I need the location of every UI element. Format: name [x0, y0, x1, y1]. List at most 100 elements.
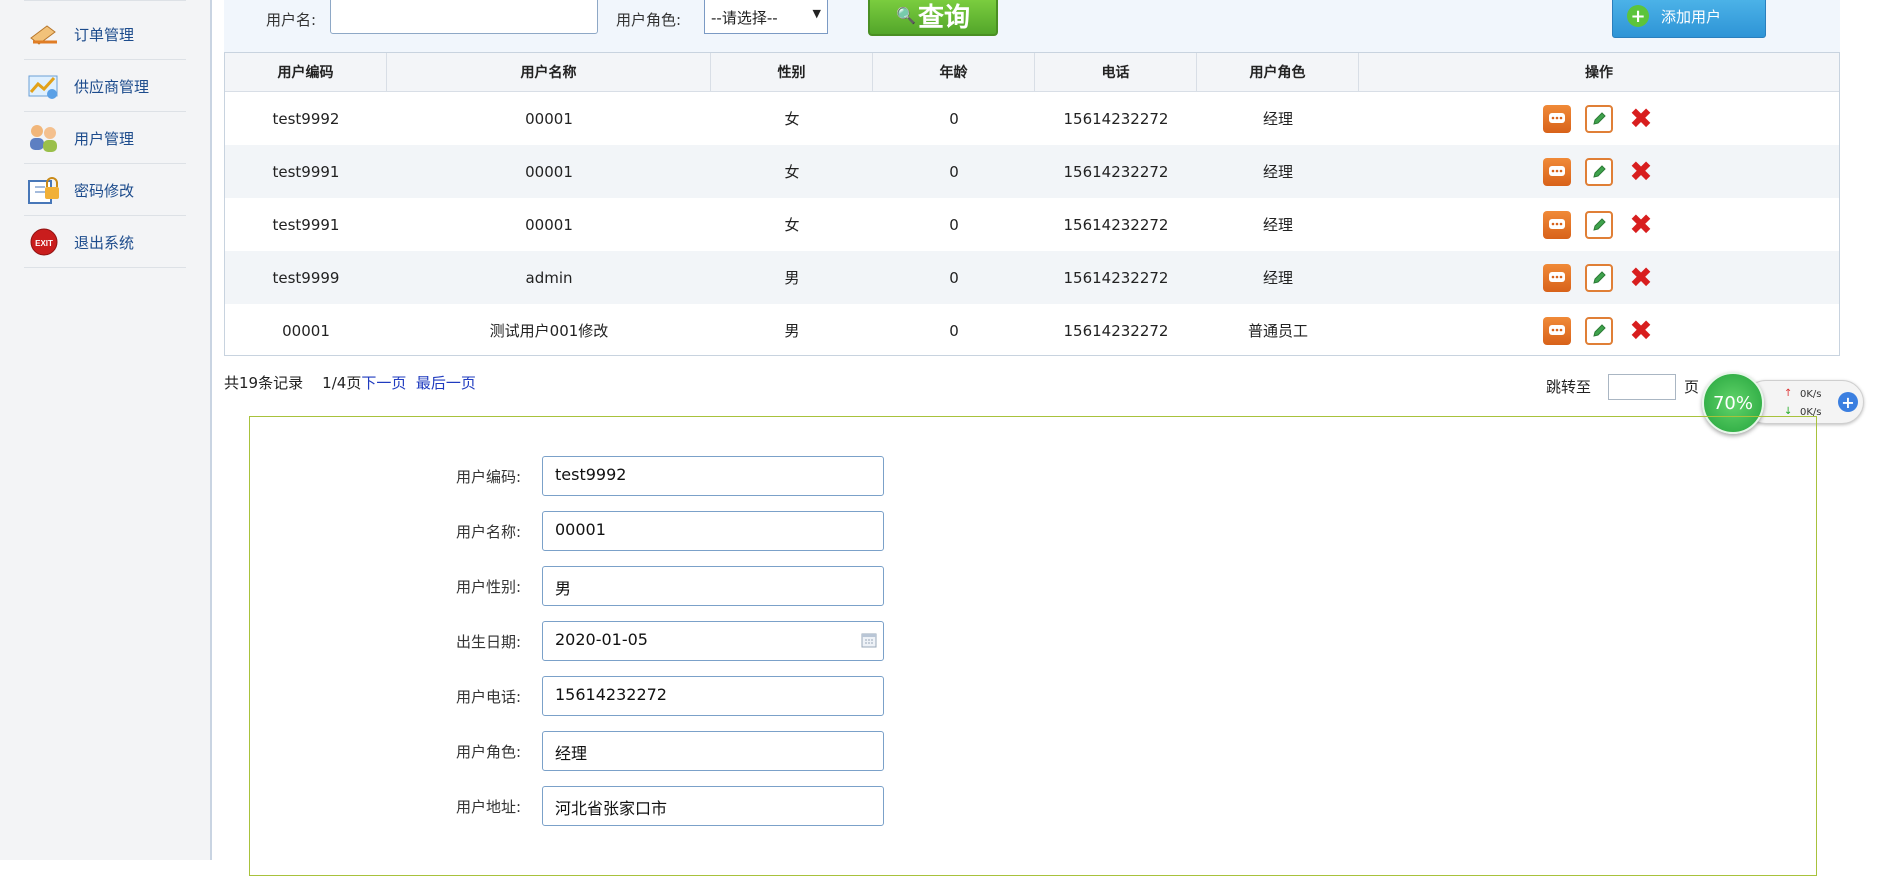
sidebar-item-label: 供应商管理 [74, 77, 150, 96]
delete-icon[interactable]: ✖ [1627, 314, 1655, 347]
sidebar-divider [24, 0, 186, 1]
field-value[interactable]: 男 [542, 566, 884, 606]
table-cell: 经理 [1262, 216, 1293, 234]
sidebar-item-users[interactable]: 用户管理 [24, 113, 186, 164]
query-button[interactable]: 🔍 查询 [868, 0, 998, 36]
table-row: test9991 00001 女 0 15614232272 经理 ✖ [225, 198, 1839, 251]
row-actions: ✖ [1359, 251, 1839, 304]
table-cell: 00001 [525, 109, 573, 128]
jump-page-input[interactable] [1608, 374, 1676, 400]
sidebar: 订单管理 供应商管理 用户管理 密码修改 EXIT 退出系统 [0, 0, 212, 860]
pagination: 共19条记录 1/4页下一页 最后一页 [224, 372, 476, 393]
edit-icon[interactable] [1585, 157, 1613, 186]
username-label: 用户名: [266, 11, 317, 29]
order-icon [24, 16, 64, 52]
col-header: 电话 [1035, 53, 1197, 91]
table-cell: admin [525, 268, 573, 287]
role-label: 用户角色: [616, 11, 682, 29]
view-icon[interactable] [1543, 104, 1571, 133]
username-input[interactable] [330, 0, 598, 34]
upload-speed: 0K/s [1800, 389, 1822, 400]
edit-icon[interactable] [1585, 210, 1613, 239]
sidebar-item-orders[interactable]: 订单管理 [24, 9, 186, 60]
jump-suffix: 页 [1684, 378, 1700, 396]
delete-icon[interactable]: ✖ [1627, 102, 1655, 135]
table-header: 用户编码 用户名称 性别 年龄 电话 用户角色 操作 [225, 53, 1839, 92]
col-header: 性别 [711, 53, 873, 91]
field-label: 出生日期: [456, 633, 522, 651]
table-cell: 15614232272 [1063, 268, 1169, 287]
role-select-value: --请选择-- [711, 9, 778, 27]
view-icon[interactable] [1543, 157, 1571, 186]
field-value[interactable]: 经理 [542, 731, 884, 771]
table-cell: 15614232272 [1063, 321, 1169, 340]
sidebar-item-exit[interactable]: EXIT 退出系统 [24, 217, 186, 268]
field-value-text: 2020-01-05 [555, 630, 648, 649]
table-cell: test9992 [272, 109, 340, 128]
table-cell: 0 [949, 109, 959, 128]
view-icon[interactable] [1543, 210, 1571, 239]
sidebar-item-password[interactable]: 密码修改 [24, 165, 186, 216]
table-cell: 女 [784, 110, 800, 128]
view-icon[interactable] [1543, 316, 1571, 345]
col-header: 操作 [1585, 65, 1613, 81]
last-page-link[interactable]: 最后一页 [416, 374, 476, 392]
search-icon: 🔍 [896, 5, 916, 25]
page-indicator: 1/4页 [322, 374, 362, 392]
field-value[interactable]: 河北省张家口市 [542, 786, 884, 826]
table-cell: 15614232272 [1063, 215, 1169, 234]
table-cell: 15614232272 [1063, 109, 1169, 128]
edit-icon[interactable] [1585, 263, 1613, 292]
upload-arrow-icon: ↑ [1784, 388, 1793, 399]
table-cell: 男 [784, 269, 800, 287]
calendar-icon[interactable] [861, 632, 877, 648]
field-label: 用户性别: [456, 578, 522, 596]
field-label: 用户名称: [456, 523, 522, 541]
query-button-label: 查询 [917, 2, 970, 33]
table-cell: 15614232272 [1063, 162, 1169, 181]
user-table: 用户编码 用户名称 性别 年龄 电话 用户角色 操作 test9992 00001… [224, 52, 1840, 356]
table-row: test9999 admin 男 0 15614232272 经理 ✖ [225, 251, 1839, 304]
table-cell: 经理 [1262, 163, 1293, 181]
plus-icon: + [1627, 5, 1649, 27]
users-icon [24, 120, 64, 156]
field-value-text: 河北省张家口市 [555, 799, 668, 818]
col-header: 年龄 [873, 53, 1035, 91]
row-actions: ✖ [1359, 198, 1839, 251]
field-value[interactable]: 00001 [542, 511, 884, 551]
sidebar-item-suppliers[interactable]: 供应商管理 [24, 61, 186, 112]
field-value-text: 00001 [555, 520, 606, 539]
table-cell: 经理 [1262, 110, 1293, 128]
edit-icon[interactable] [1585, 104, 1613, 133]
table-cell: 女 [784, 216, 800, 234]
table-cell: 00001 [525, 215, 573, 234]
next-page-link[interactable]: 下一页 [361, 374, 406, 392]
table-cell: 0 [949, 268, 959, 287]
supplier-icon [24, 68, 64, 104]
table-body: test9992 00001 女 0 15614232272 经理 ✖ test9991 000… [225, 92, 1839, 357]
add-user-button[interactable]: + 添加用户 [1612, 0, 1766, 38]
field-value[interactable]: 2020-01-05 [542, 621, 884, 661]
col-header: 用户角色 [1197, 53, 1359, 91]
role-select[interactable]: --请选择-- ▼ [704, 0, 828, 34]
delete-icon[interactable]: ✖ [1627, 208, 1655, 241]
col-header: 用户编码 [225, 53, 387, 91]
field-label: 用户编码: [456, 468, 522, 486]
field-value-text: 15614232272 [555, 685, 667, 704]
field-value[interactable]: 15614232272 [542, 676, 884, 716]
sidebar-item-label: 用户管理 [74, 129, 135, 148]
sidebar-item-label: 订单管理 [74, 25, 135, 44]
sidebar-item-label: 密码修改 [74, 181, 135, 200]
table-cell: 0 [949, 162, 959, 181]
field-label: 用户电话: [456, 688, 522, 706]
view-icon[interactable] [1543, 263, 1571, 292]
field-label: 用户地址: [456, 798, 522, 816]
edit-icon[interactable] [1585, 316, 1613, 345]
field-value-text: test9992 [555, 465, 627, 484]
chevron-down-icon: ▼ [812, 7, 821, 20]
record-count: 共19条记录 [224, 374, 304, 392]
delete-icon[interactable]: ✖ [1627, 261, 1655, 294]
delete-icon[interactable]: ✖ [1627, 155, 1655, 188]
widget-plus-icon[interactable]: + [1838, 392, 1858, 412]
field-value[interactable]: test9992 [542, 456, 884, 496]
